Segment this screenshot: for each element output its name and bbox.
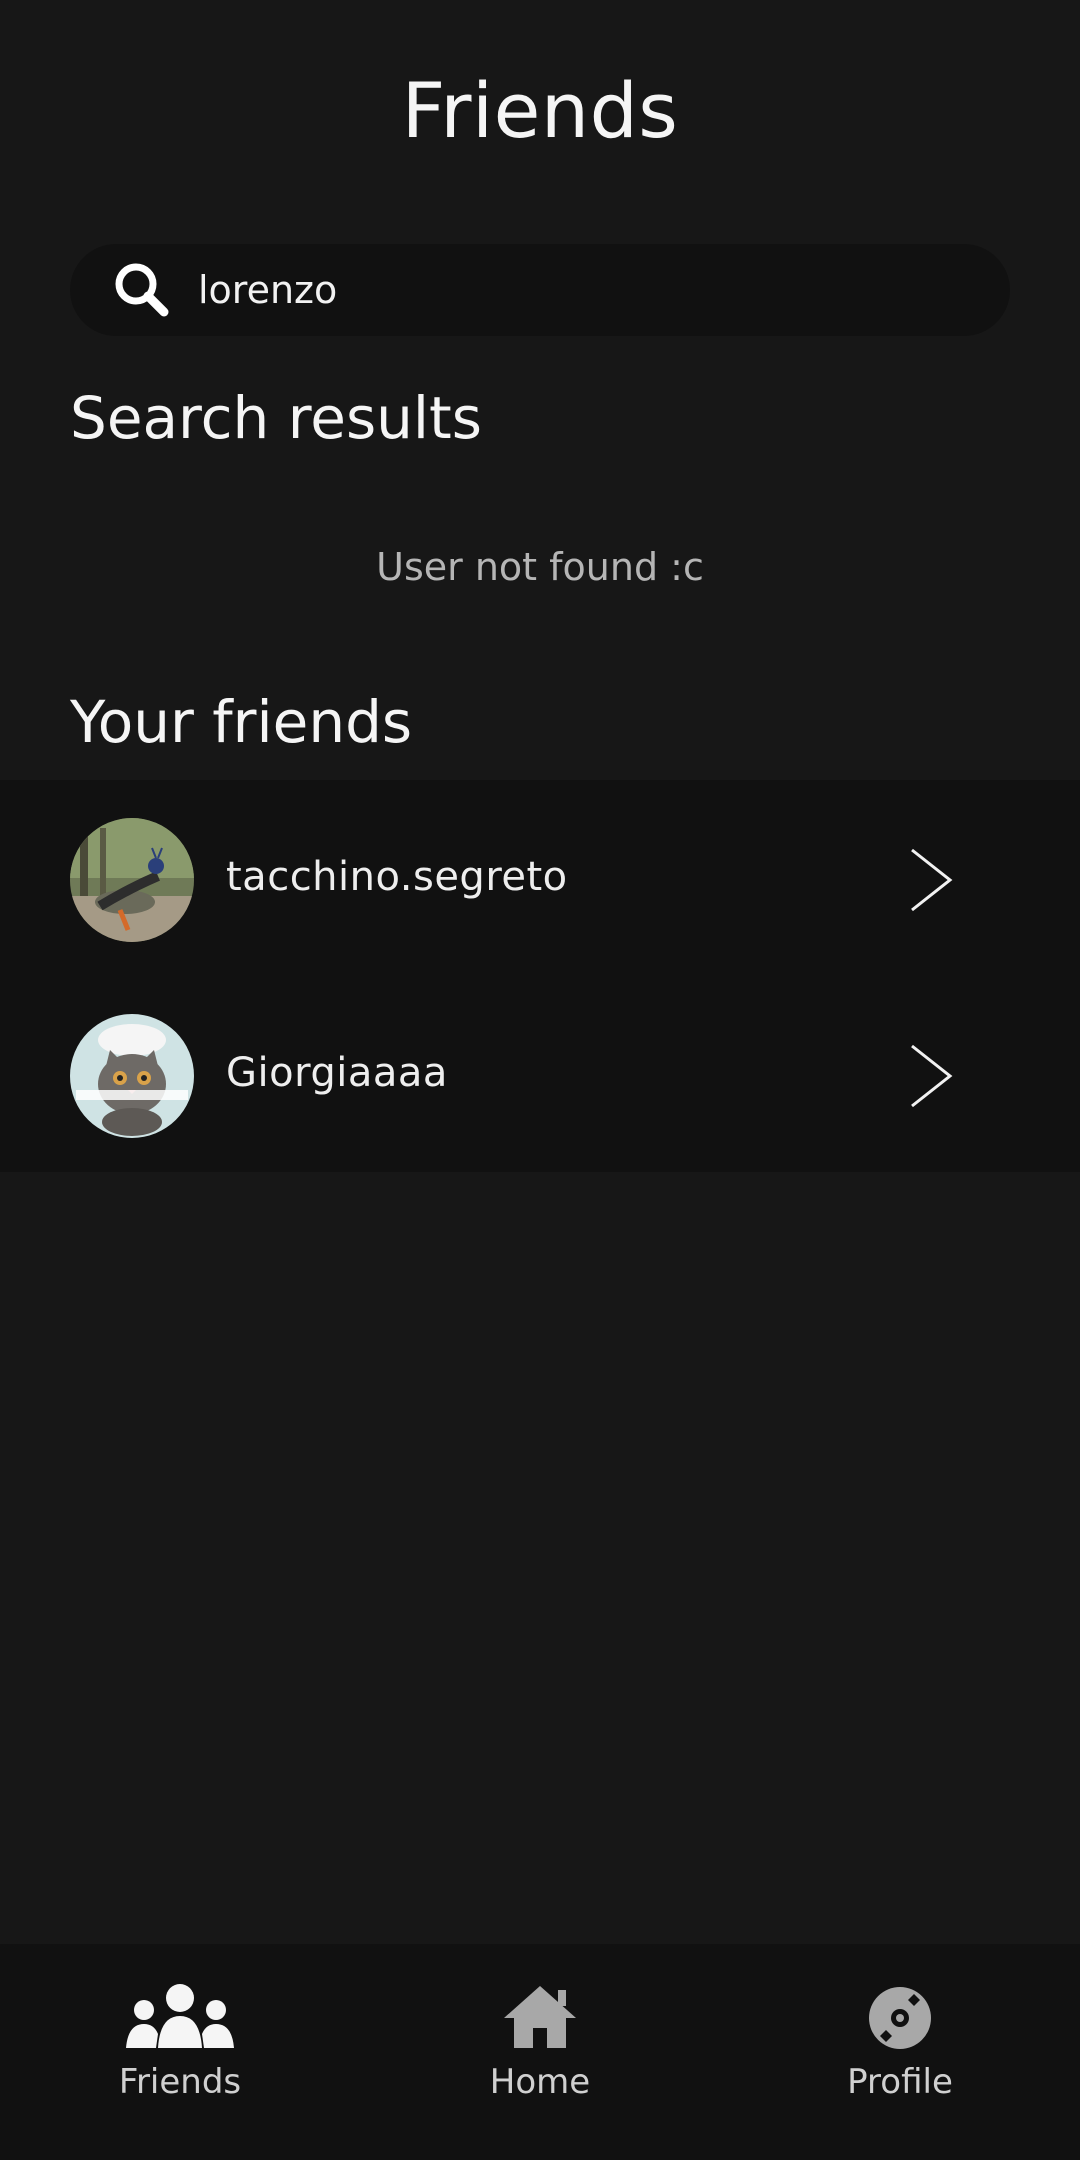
search-icon[interactable] xyxy=(110,258,174,322)
nav-item-friends[interactable]: Friends xyxy=(0,1944,360,2160)
empty-results-message: User not found :c xyxy=(376,545,704,589)
nav-label-friends: Friends xyxy=(118,2062,242,2102)
vinyl-disc-icon[interactable] xyxy=(840,1982,960,2054)
bottom-nav: Friends Home Profile xyxy=(0,1944,1080,2160)
nav-label-profile: Profile xyxy=(847,2062,953,2102)
search-bar[interactable] xyxy=(70,244,1010,336)
nav-item-home[interactable]: Home xyxy=(360,1944,720,2160)
nav-label-home: Home xyxy=(489,2062,591,2102)
avatar[interactable] xyxy=(70,818,194,942)
friends-icon[interactable] xyxy=(120,1982,240,2054)
home-icon[interactable] xyxy=(480,1982,600,2054)
nav-item-profile[interactable]: Profile xyxy=(720,1944,1080,2160)
friends-list: tacchino.segreto Giorgiaaaa xyxy=(0,780,1080,1172)
page-title: Friends xyxy=(401,66,679,155)
friend-name: Giorgiaaaa xyxy=(226,1050,448,1096)
friend-row-tacchino[interactable]: tacchino.segreto xyxy=(0,798,1080,978)
friend-row-giorgia[interactable]: Giorgiaaaa xyxy=(0,994,1080,1174)
avatar[interactable] xyxy=(70,1014,194,1138)
chevron-right-icon[interactable] xyxy=(900,840,960,920)
friend-name: tacchino.segreto xyxy=(226,854,568,900)
search-input[interactable] xyxy=(198,268,1010,312)
chevron-right-icon[interactable] xyxy=(900,1036,960,1116)
search-results-heading: Search results xyxy=(70,384,483,452)
your-friends-heading: Your friends xyxy=(70,688,413,756)
